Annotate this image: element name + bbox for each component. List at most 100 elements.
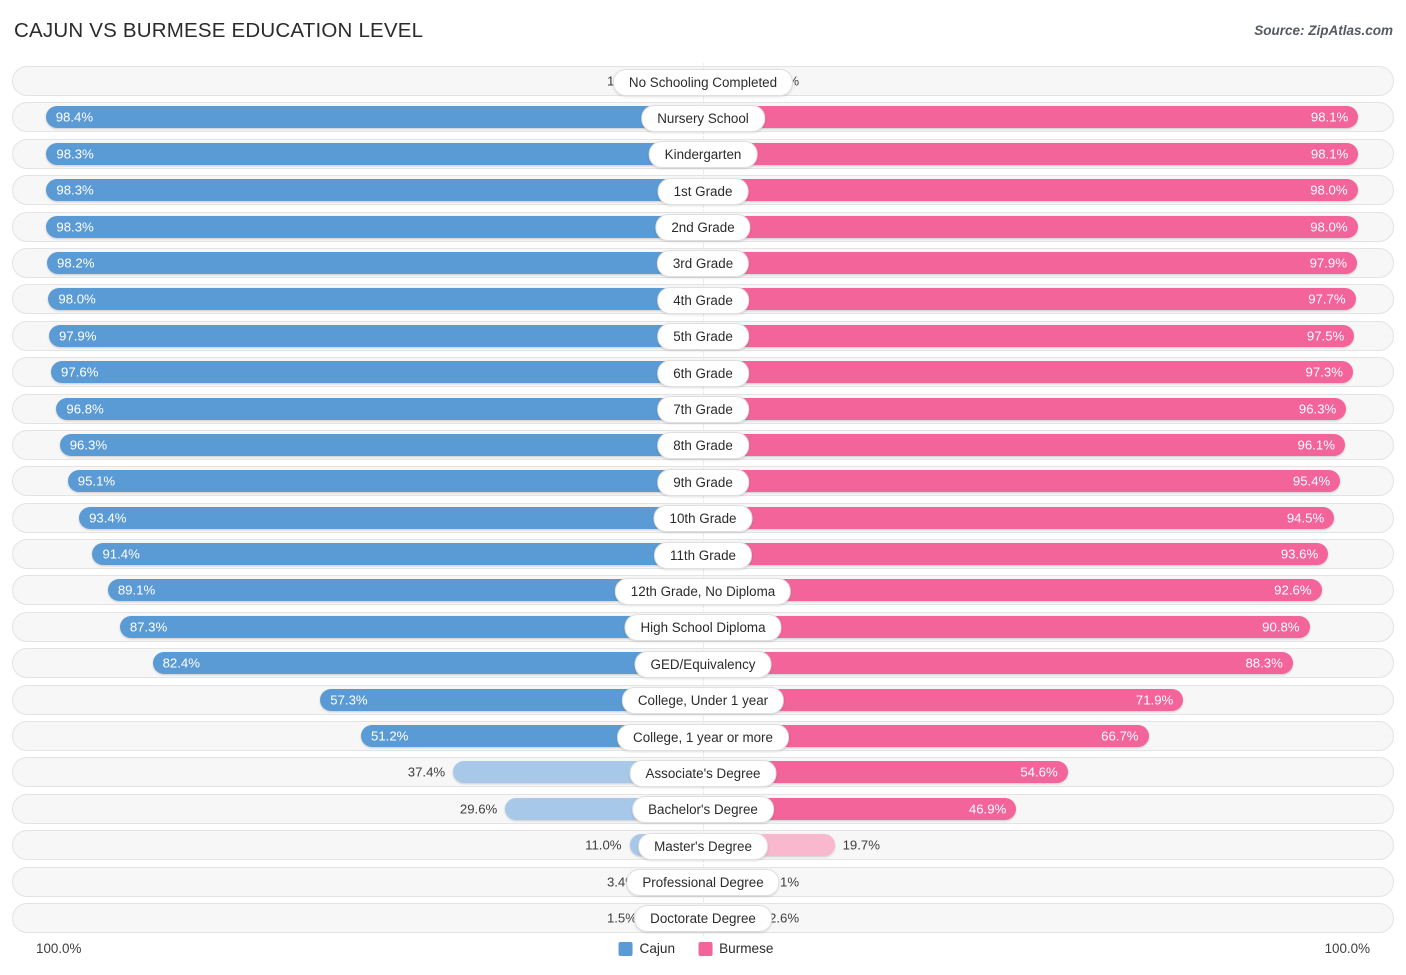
bar-burmese[interactable]: 98.0% bbox=[703, 215, 1358, 238]
bar-cajun[interactable]: 93.4% bbox=[79, 506, 703, 529]
category-label[interactable]: Nursery School bbox=[641, 104, 765, 132]
category-label[interactable]: 1st Grade bbox=[657, 177, 749, 205]
bar-row: 91.4% 93.6% 11th Grade bbox=[0, 536, 1406, 573]
bar-cajun[interactable]: 98.3% bbox=[46, 142, 703, 165]
bar-cajun[interactable]: 95.1% bbox=[67, 470, 703, 493]
category-label[interactable]: 5th Grade bbox=[657, 323, 749, 351]
category-label[interactable]: Kindergarten bbox=[648, 141, 758, 169]
bar-burmese[interactable]: 92.6% bbox=[703, 579, 1322, 602]
bar-cajun[interactable]: 96.3% bbox=[59, 433, 703, 456]
bar-value-burmese: 97.7% bbox=[1308, 291, 1346, 307]
bar-cajun[interactable]: 98.3% bbox=[46, 215, 703, 238]
bar-cajun[interactable]: 87.3% bbox=[119, 615, 703, 638]
bar-value-cajun: 96.8% bbox=[66, 400, 104, 416]
axis-label-left: 100.0% bbox=[36, 941, 82, 956]
legend-swatch-icon bbox=[698, 941, 713, 956]
bar-burmese[interactable]: 97.3% bbox=[703, 361, 1353, 384]
page-title: CAJUN VS BURMESE EDUCATION LEVEL bbox=[14, 19, 424, 42]
bar-value-burmese: 98.0% bbox=[1310, 182, 1348, 198]
bar-value-cajun: 51.2% bbox=[370, 728, 409, 744]
bar-value-cajun: 37.4% bbox=[407, 764, 446, 780]
bar-burmese[interactable]: 97.9% bbox=[703, 251, 1357, 274]
bar-value-burmese: 93.6% bbox=[1280, 546, 1319, 562]
bar-row: 96.8% 96.3% 7th Grade bbox=[0, 390, 1406, 427]
bar-cajun[interactable]: 98.3% bbox=[46, 179, 703, 202]
category-label[interactable]: 9th Grade bbox=[657, 468, 749, 496]
category-label[interactable]: 3rd Grade bbox=[656, 250, 750, 278]
category-label[interactable]: College, Under 1 year bbox=[621, 687, 785, 715]
category-label[interactable]: Master's Degree bbox=[638, 832, 768, 860]
bar-row: 37.4% 54.6% Associate's Degree bbox=[0, 754, 1406, 791]
legend-item[interactable]: Cajun bbox=[618, 941, 675, 956]
axis-label-right: 100.0% bbox=[1324, 941, 1370, 956]
bar-value-cajun: 97.9% bbox=[59, 328, 97, 344]
legend-label: Burmese bbox=[719, 941, 774, 956]
bar-burmese[interactable]: 94.5% bbox=[703, 506, 1335, 529]
bar-value-burmese: 2.6% bbox=[769, 910, 800, 926]
bar-value-burmese: 88.3% bbox=[1245, 655, 1283, 671]
bar-value-burmese: 97.9% bbox=[1309, 255, 1347, 271]
bar-value-cajun: 98.4% bbox=[55, 109, 94, 125]
bar-row: 1.7%1.9%No Schooling Completed bbox=[0, 63, 1406, 99]
category-label[interactable]: 12th Grade, No Diploma bbox=[614, 577, 792, 605]
bar-cajun[interactable]: 97.9% bbox=[49, 324, 703, 347]
bar-burmese[interactable]: 95.4% bbox=[703, 470, 1341, 493]
category-label[interactable]: 2nd Grade bbox=[655, 214, 751, 242]
bar-value-burmese: 90.8% bbox=[1262, 619, 1300, 635]
bar-cajun[interactable]: 82.4% bbox=[152, 652, 703, 675]
bar-burmese[interactable]: 98.1% bbox=[703, 142, 1359, 165]
bar-value-cajun: 82.4% bbox=[162, 655, 200, 671]
bar-row: 98.3% 98.0% 1st Grade bbox=[0, 172, 1406, 209]
bar-row: 98.3% 98.1% Kindergarten bbox=[0, 135, 1406, 172]
bar-burmese[interactable]: 88.3% bbox=[703, 652, 1293, 675]
bar-row: 51.2% 66.7% College, 1 year or more bbox=[0, 718, 1406, 755]
category-label[interactable]: No Schooling Completed bbox=[612, 68, 794, 96]
bar-cajun[interactable]: 98.4% bbox=[45, 106, 703, 129]
category-label[interactable]: 4th Grade bbox=[657, 286, 749, 314]
bar-value-burmese: 97.3% bbox=[1305, 364, 1343, 380]
bar-burmese[interactable]: 93.6% bbox=[703, 543, 1329, 566]
category-label[interactable]: 11th Grade bbox=[653, 541, 753, 569]
bar-value-burmese: 98.1% bbox=[1310, 109, 1349, 125]
bar-value-cajun: 98.0% bbox=[58, 291, 96, 307]
bar-value-cajun: 93.4% bbox=[89, 510, 127, 526]
bar-burmese[interactable]: 90.8% bbox=[703, 615, 1310, 638]
category-label[interactable]: College, 1 year or more bbox=[617, 723, 789, 751]
bar-row: 95.1% 95.4% 9th Grade bbox=[0, 463, 1406, 500]
category-label[interactable]: High School Diploma bbox=[624, 614, 782, 642]
bar-value-cajun: 87.3% bbox=[129, 619, 168, 635]
bar-value-cajun: 98.3% bbox=[56, 182, 94, 198]
category-label[interactable]: Associate's Degree bbox=[629, 759, 777, 787]
bar-row: 98.4% 98.1% Nursery School bbox=[0, 99, 1406, 136]
category-label[interactable]: 8th Grade bbox=[657, 432, 749, 460]
bar-cajun[interactable]: 91.4% bbox=[92, 543, 703, 566]
bar-value-burmese: 98.1% bbox=[1310, 146, 1349, 162]
bar-value-cajun: 91.4% bbox=[102, 546, 140, 562]
bar-burmese[interactable]: 98.1% bbox=[703, 106, 1359, 129]
category-label[interactable]: GED/Equivalency bbox=[634, 650, 772, 678]
bar-burmese[interactable]: 96.1% bbox=[703, 433, 1345, 456]
bar-burmese[interactable]: 97.7% bbox=[703, 288, 1356, 311]
bar-rows-container: 1.7%1.9%No Schooling Completed 98.4% 98.1%… bbox=[0, 63, 1406, 939]
bar-cajun[interactable]: 97.6% bbox=[51, 361, 703, 384]
category-label[interactable]: 7th Grade bbox=[657, 396, 749, 424]
bar-cajun[interactable]: 96.8% bbox=[56, 397, 703, 420]
bar-cajun[interactable]: 89.1% bbox=[107, 579, 703, 602]
bar-row: 93.4% 94.5% 10th Grade bbox=[0, 499, 1406, 536]
category-label[interactable]: 6th Grade bbox=[657, 359, 749, 387]
category-label[interactable]: Bachelor's Degree bbox=[632, 796, 774, 824]
bar-value-cajun: 98.2% bbox=[57, 255, 95, 271]
bar-burmese[interactable]: 96.3% bbox=[703, 397, 1347, 420]
chart-legend: Cajun Burmese bbox=[618, 941, 788, 956]
bar-value-burmese: 98.0% bbox=[1310, 218, 1348, 234]
category-label[interactable]: Doctorate Degree bbox=[634, 905, 772, 933]
bar-burmese[interactable]: 97.5% bbox=[703, 324, 1355, 347]
bar-cajun[interactable]: 98.2% bbox=[47, 251, 703, 274]
category-label[interactable]: Professional Degree bbox=[626, 869, 780, 897]
legend-item[interactable]: Burmese bbox=[698, 941, 773, 956]
bar-cajun[interactable]: 98.0% bbox=[48, 288, 703, 311]
bar-value-burmese: 97.5% bbox=[1306, 328, 1345, 344]
category-label[interactable]: 10th Grade bbox=[653, 505, 753, 533]
bar-row: 87.3% 90.8% High School Diploma bbox=[0, 608, 1406, 645]
bar-burmese[interactable]: 98.0% bbox=[703, 179, 1358, 202]
